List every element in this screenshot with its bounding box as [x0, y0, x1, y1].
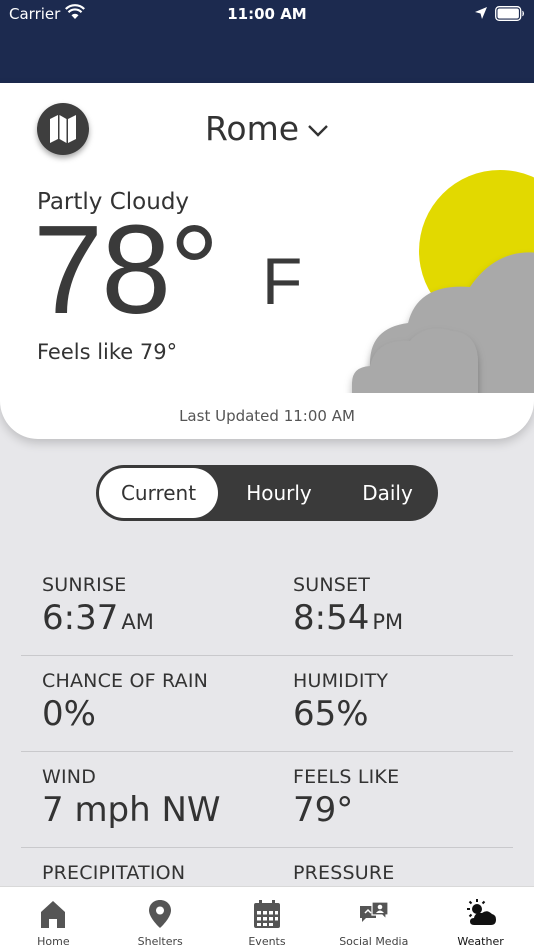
- detail-label: PRESSURE: [293, 862, 395, 880]
- last-updated-text: Last Updated 11:00 AM: [179, 407, 355, 425]
- precipitation-cell: PRECIPITATION: [42, 862, 185, 880]
- tab-events[interactable]: Events: [214, 887, 321, 950]
- humidity-cell: HUMIDITY 65%: [293, 670, 388, 734]
- city-name: Rome: [204, 109, 300, 148]
- partly-cloudy-icon: [352, 170, 534, 393]
- chevron-down-icon: [308, 124, 328, 137]
- location-arrow-icon: [475, 7, 487, 19]
- forecast-segmented-control: Current Hourly Daily: [96, 465, 438, 521]
- sunset-meridiem: PM: [372, 610, 404, 634]
- sunrise-time: 6:37: [42, 598, 119, 638]
- status-bar: Carrier 11:00 AM: [0, 0, 534, 30]
- tab-weather[interactable]: Weather: [427, 887, 534, 950]
- detail-label: FEELS LIKE: [293, 766, 400, 788]
- detail-label: SUNSET: [293, 574, 371, 596]
- tab-label: Home: [37, 935, 70, 948]
- sunrise-cell: SUNRISE 6:37 AM: [42, 574, 154, 638]
- status-time: 11:00 AM: [227, 5, 307, 23]
- detail-row: SUNRISE 6:37 AM SUNSET 8:54 PM: [21, 560, 513, 656]
- tab-current[interactable]: Current: [99, 468, 218, 518]
- bottom-tab-bar: Home Shelters Events Social Media Weathe…: [0, 886, 534, 950]
- detail-value: 65%: [293, 694, 369, 734]
- navigation-header: Carrier 11:00 AM: [0, 0, 534, 83]
- feels-like-text: Feels like 79°: [37, 340, 178, 364]
- sunset-cell: SUNSET 8:54 PM: [293, 574, 403, 638]
- detail-label: WIND: [42, 766, 97, 788]
- detail-value: 6:37 AM: [42, 598, 154, 638]
- detail-value: 79°: [293, 790, 354, 830]
- temperature-unit: F: [262, 244, 303, 318]
- weather-icon: [466, 899, 496, 925]
- tab-shelters[interactable]: Shelters: [107, 887, 214, 950]
- tab-label: Events: [248, 935, 286, 948]
- feels-like-cell: FEELS LIKE 79°: [293, 766, 399, 830]
- tab-hourly[interactable]: Hourly: [218, 468, 340, 518]
- tab-home[interactable]: Home: [0, 887, 107, 950]
- weather-details-list[interactable]: SUNRISE 6:37 AM SUNSET 8:54 PM CHANCE OF R…: [21, 560, 513, 880]
- tab-social-media[interactable]: Social Media: [320, 887, 427, 950]
- detail-row: CHANCE OF RAIN 0% HUMIDITY 65%: [21, 656, 513, 752]
- detail-value: 8:54 PM: [293, 598, 403, 638]
- detail-label: SUNRISE: [42, 574, 127, 596]
- pressure-cell: PRESSURE: [293, 862, 395, 880]
- tab-daily[interactable]: Daily: [340, 468, 435, 518]
- city-selector[interactable]: Rome: [0, 109, 534, 148]
- home-icon: [41, 901, 66, 928]
- detail-label: CHANCE OF RAIN: [42, 670, 209, 692]
- tab-label: Shelters: [137, 935, 183, 948]
- tab-label: Social Media: [339, 935, 409, 948]
- detail-label: HUMIDITY: [293, 670, 389, 692]
- calendar-icon: [253, 900, 280, 928]
- current-weather-card: Rome Partly Cloudy 78° F Feels like 79° …: [0, 83, 534, 439]
- weather-screen: Carrier 11:00 AM Rome Partly Cloudy 78° …: [0, 0, 534, 950]
- detail-value: 7 mph NW: [42, 790, 221, 830]
- battery-icon: [495, 6, 524, 21]
- detail-label: PRECIPITATION: [42, 862, 186, 880]
- sunset-time: 8:54: [293, 598, 370, 638]
- wind-cell: WIND 7 mph NW: [42, 766, 221, 830]
- social-media-icon: [359, 901, 389, 922]
- chance-of-rain-cell: CHANCE OF RAIN 0%: [42, 670, 208, 734]
- sunrise-meridiem: AM: [121, 610, 154, 634]
- temperature-value: 78°: [33, 199, 220, 340]
- tab-label: Weather: [457, 935, 504, 948]
- map-pin-icon: [149, 900, 172, 928]
- detail-row: WIND 7 mph NW FEELS LIKE 79°: [21, 752, 513, 848]
- detail-value: 0%: [42, 694, 96, 734]
- detail-row: PRECIPITATION PRESSURE: [21, 848, 513, 880]
